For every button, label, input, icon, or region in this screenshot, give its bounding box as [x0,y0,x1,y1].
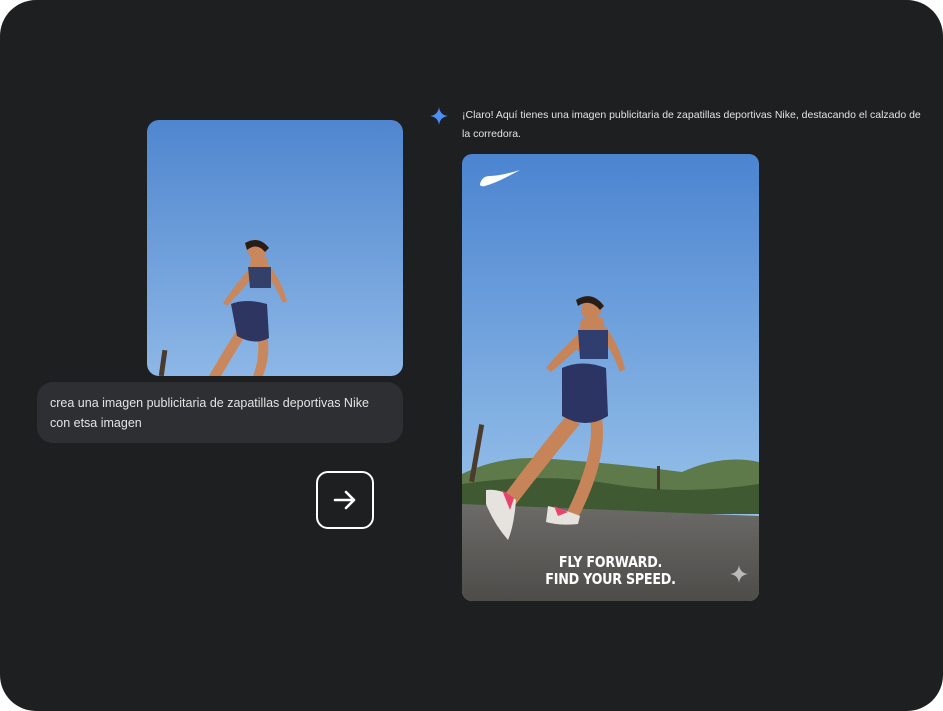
arrow-right-icon [316,471,374,529]
ad-tagline-line2: FIND YOUR SPEED. [545,570,676,588]
model-response-text: ¡Claro! Aquí tienes una imagen publicita… [462,109,921,140]
chat-window: crea una imagen publicitaria de zapatill… [0,0,943,711]
nike-logo [476,168,520,190]
generated-ad-image[interactable]: FLY FORWARD. FIND YOUR SPEED. [462,154,759,601]
user-uploaded-image[interactable] [147,120,403,376]
sparkle-watermark-icon [728,563,750,585]
sparkle-icon [430,107,448,125]
user-message-bubble: crea una imagen publicitaria de zapatill… [37,382,403,443]
ad-tagline-line1: FLY FORWARD. [558,553,663,571]
user-message-text: crea una imagen publicitaria de zapatill… [50,396,369,430]
